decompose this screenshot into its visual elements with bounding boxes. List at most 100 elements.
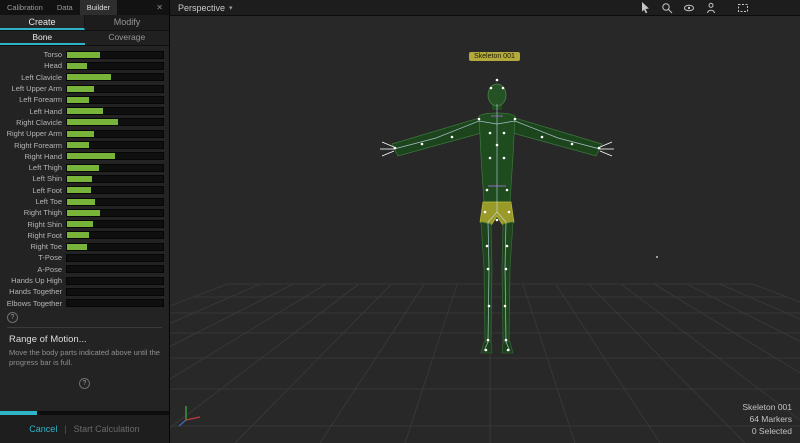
zoom-icon[interactable] [660, 2, 674, 14]
bone-progress-track [66, 141, 164, 149]
marquee-select-icon[interactable] [736, 2, 750, 14]
bone-progress-fill [67, 108, 103, 114]
bone-progress-fill [67, 165, 99, 171]
bone-progress-fill [67, 232, 89, 238]
tab-modify[interactable]: Modify [85, 15, 169, 30]
bone-label: Right Toe [2, 242, 66, 251]
bone-progress-fill [67, 142, 89, 148]
bone-progress-track [66, 107, 164, 115]
axis-gizmo [179, 406, 200, 426]
bone-progress-track [66, 186, 164, 194]
bone-row: Torso [2, 49, 164, 60]
bone-label: Left Toe [2, 197, 66, 206]
bone-row: Head [2, 60, 164, 71]
sub-tabs: Bone Coverage [0, 31, 169, 46]
bone-progress-track [66, 175, 164, 183]
bone-progress-fill [67, 153, 115, 159]
cancel-button[interactable]: Cancel [29, 424, 57, 434]
bone-row: Left Upper Arm [2, 83, 164, 94]
perspective-dropdown[interactable]: Perspective ▾ [178, 3, 233, 13]
bone-label: Right Forearm [2, 141, 66, 150]
spacer [0, 389, 169, 411]
app-window: Calibration Data Builder ✕ Create Modify… [0, 0, 800, 443]
bone-links [394, 104, 600, 351]
bone-label: Left Forearm [2, 95, 66, 104]
bone-progress-track [66, 62, 164, 70]
stats-marker-count: 64 Markers [742, 414, 792, 426]
button-divider: | [64, 424, 66, 434]
bone-progress-fill [67, 131, 94, 137]
close-icon[interactable]: ✕ [150, 0, 169, 15]
bone-progress-fill [67, 63, 87, 69]
bone-progress-track [66, 73, 164, 81]
bone-progress-track [66, 51, 164, 59]
bone-progress-fill [67, 74, 111, 80]
follow-person-icon[interactable] [704, 2, 718, 14]
chevron-down-icon: ▾ [229, 4, 233, 12]
panel-tab-strip: Calibration Data Builder ✕ [0, 0, 169, 15]
bone-row: Right Hand [2, 151, 164, 162]
info-help-row: ? [0, 369, 169, 389]
bone-row: Left Hand [2, 105, 164, 116]
bone-label: Right Shin [2, 220, 66, 229]
bone-label: Head [2, 61, 66, 70]
bone-row: Hands Together [2, 286, 164, 297]
bone-row: A-Pose [2, 264, 164, 275]
bone-row: Hands Up High [2, 275, 164, 286]
tab-builder[interactable]: Builder [80, 0, 117, 15]
bone-label: Left Thigh [2, 163, 66, 172]
bone-progress-fill [67, 244, 87, 250]
bone-label: Hands Up High [2, 276, 66, 285]
bone-progress-fill [67, 52, 100, 58]
viewport-tools [638, 2, 750, 14]
bone-row: Left Forearm [2, 94, 164, 105]
skeleton-avatar[interactable] [380, 79, 614, 353]
bone-progress-track [66, 277, 164, 285]
orbit-eye-icon[interactable] [682, 2, 696, 14]
bone-progress-fill [67, 119, 118, 125]
stats-selected-count: 0 Selected [742, 426, 792, 438]
bone-row: Elbows Together [2, 298, 164, 309]
scene-3d[interactable] [170, 16, 800, 443]
tab-bone[interactable]: Bone [0, 31, 85, 45]
bone-row: T-Pose [2, 252, 164, 263]
bone-progress-fill [67, 86, 94, 92]
skeleton-name-tag[interactable]: Skeleton 001 [469, 52, 520, 61]
bone-progress-fill [67, 97, 89, 103]
start-calculation-button[interactable]: Start Calculation [74, 424, 140, 434]
bone-label: Right Clavicle [2, 118, 66, 127]
bone-row: Left Clavicle [2, 72, 164, 83]
bone-progress-fill [67, 187, 91, 193]
bone-progress-fill [67, 199, 95, 205]
bone-progress-fill [67, 221, 93, 227]
tab-data[interactable]: Data [50, 0, 80, 15]
bone-progress-track [66, 299, 164, 307]
bone-progress-track [66, 265, 164, 273]
bone-row: Right Forearm [2, 139, 164, 150]
bone-label: Right Thigh [2, 208, 66, 217]
scene-canvas[interactable] [170, 16, 800, 443]
help-icon[interactable]: ? [79, 378, 90, 389]
selection-stats: Skeleton 001 64 Markers 0 Selected [742, 402, 792, 438]
select-cursor-icon[interactable] [638, 2, 652, 14]
tab-coverage[interactable]: Coverage [85, 31, 170, 45]
bone-row: Right Toe [2, 241, 164, 252]
perspective-label: Perspective [178, 3, 225, 13]
bone-progress-track [66, 243, 164, 251]
bone-row: Left Toe [2, 196, 164, 207]
help-icon[interactable]: ? [7, 312, 18, 323]
bone-progress-track [66, 231, 164, 239]
bone-progress-track [66, 96, 164, 104]
tab-calibration[interactable]: Calibration [0, 0, 50, 15]
viewport-3d[interactable]: Perspective ▾ Sk [170, 0, 800, 443]
builder-panel: Calibration Data Builder ✕ Create Modify… [0, 0, 170, 443]
tab-create[interactable]: Create [0, 15, 85, 30]
bone-label: Hands Together [2, 287, 66, 296]
bone-label: Left Hand [2, 107, 66, 116]
bone-row: Right Thigh [2, 207, 164, 218]
mode-tabs: Create Modify [0, 15, 169, 31]
bone-row: Right Clavicle [2, 117, 164, 128]
bone-row: Left Foot [2, 185, 164, 196]
bone-progress-track [66, 118, 164, 126]
bone-label: Elbows Together [2, 299, 66, 308]
